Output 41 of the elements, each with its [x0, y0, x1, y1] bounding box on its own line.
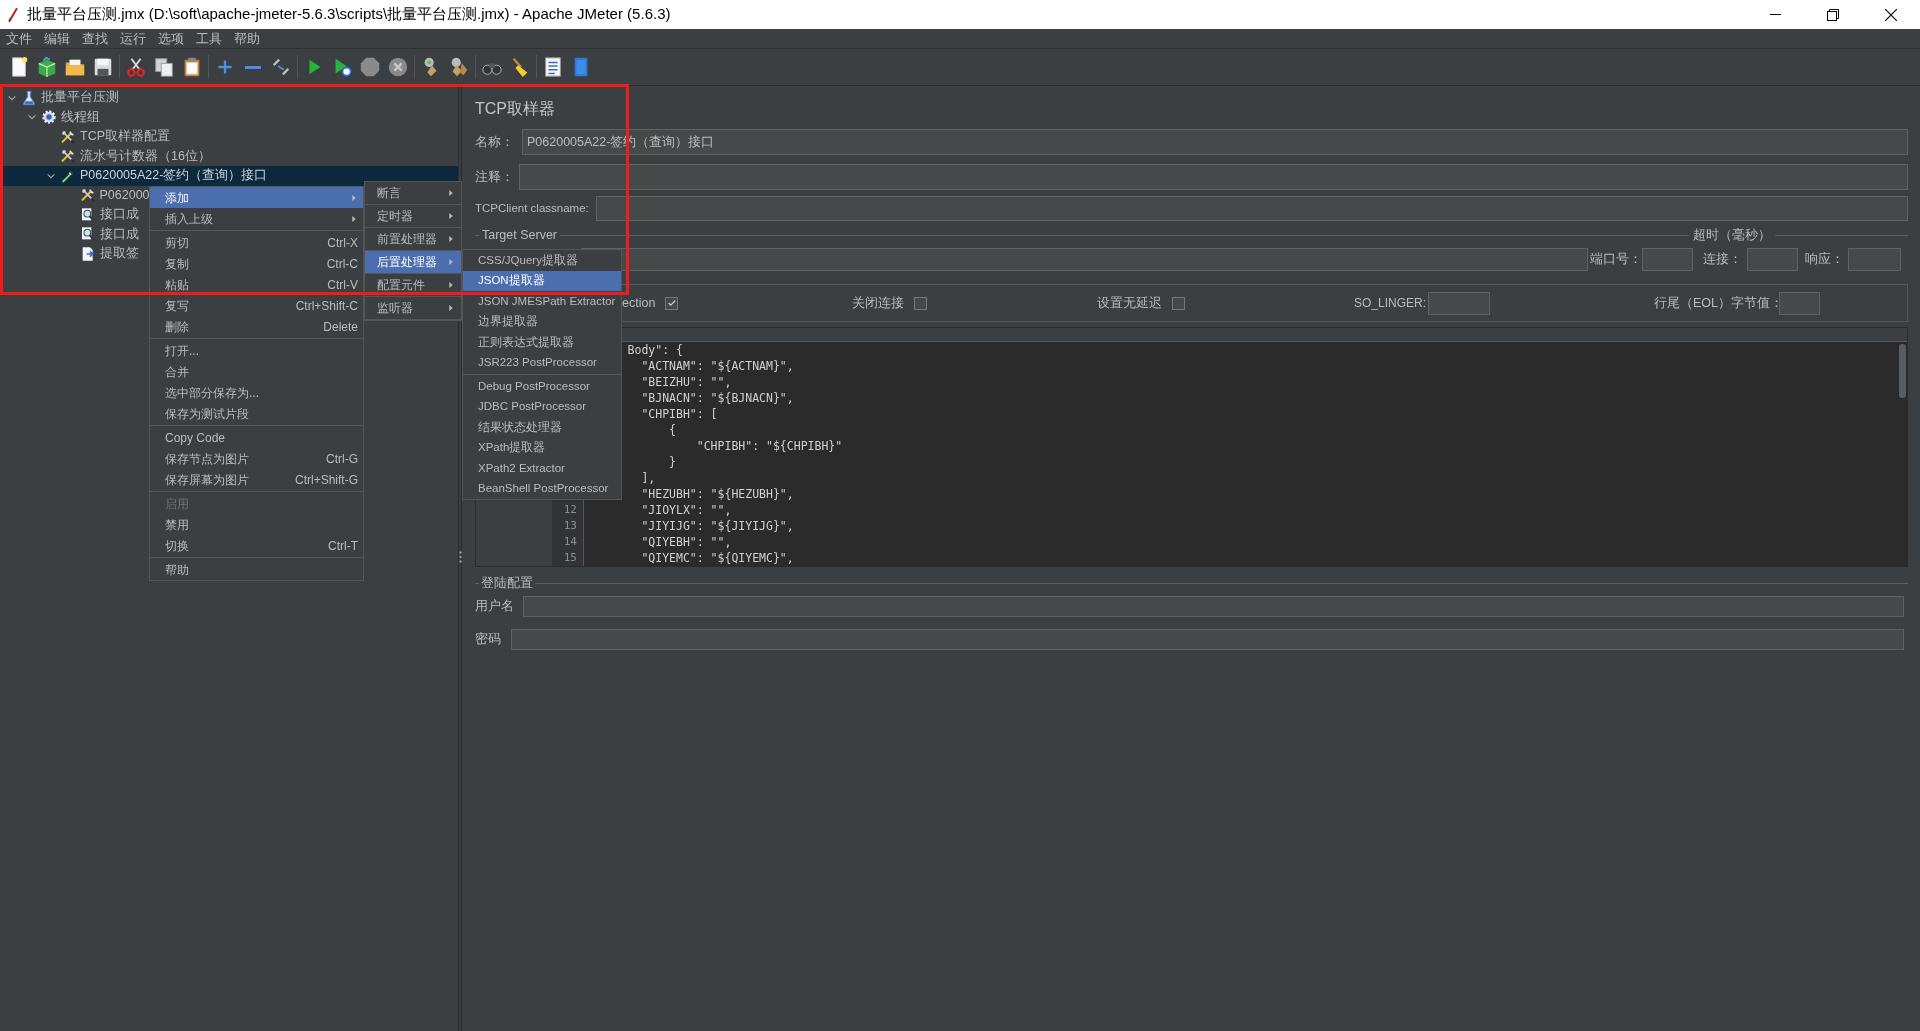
group-title: 超时（毫秒） — [1692, 226, 1772, 244]
field-label: 响应： — [1805, 251, 1845, 269]
window-title: 批量平台压测.jmx (D:\soft\apache-jmeter-5.6.3\scripts\批量平台压测.jmx) - Apache JMeter (5.6.3) — [27, 4, 671, 25]
code-line: { — [668, 423, 676, 437]
field-label: 行尾（EOL）字节值： — [1654, 294, 1779, 312]
group-title: 登陆配置 — [480, 574, 534, 592]
code-line: Body": { — [626, 343, 683, 357]
code-line: "CHPIBH": "${CHPIBH}" — [695, 439, 843, 453]
line-number: 13 — [563, 519, 577, 532]
shortcut-text: Ctrl-G — [326, 450, 358, 468]
panel-title: TCP取样器 — [475, 99, 555, 119]
shortcut-text: Ctrl+Shift-G — [295, 471, 358, 489]
shortcut-text: Ctrl-X — [327, 234, 358, 252]
code-line: } — [668, 455, 676, 469]
option-label: 关闭连接 — [852, 294, 904, 312]
field-label: SO_LINGER: — [1354, 295, 1428, 312]
shortcut-text: Ctrl-T — [328, 537, 358, 555]
field-label: 密码 — [475, 631, 502, 649]
field-label: TCPClient classname: — [475, 200, 590, 216]
field-label: 连接： — [1703, 251, 1743, 269]
shortcut-text: Ctrl+Shift-C — [295, 297, 358, 315]
shortcut-text: Ctrl-V — [327, 276, 358, 294]
option-label: 设置无延迟 — [1097, 294, 1162, 312]
group-title: Target Server — [481, 226, 559, 244]
field-label: 端口号： — [1590, 251, 1642, 269]
code-line: "JIYIJG": "${JIYIJG}", — [640, 519, 794, 533]
code-line: "BJNACN": "${BJNACN}", — [640, 391, 794, 405]
code-line: ], — [640, 471, 656, 485]
shortcut-text: Delete — [323, 318, 358, 336]
option-label: ection — [622, 294, 656, 312]
field-label: 用户名 — [475, 598, 515, 616]
code-line: "JIOYLX": "", — [640, 503, 732, 517]
line-number: 12 — [563, 503, 577, 516]
code-line: "QIYEMC": "${QIYEMC}", — [640, 551, 794, 565]
code-line: "QIYEBH": "", — [640, 535, 732, 549]
field-label: 名称： — [475, 133, 515, 151]
field-label: 注释： — [475, 168, 515, 186]
shortcut-text: Ctrl-C — [326, 255, 358, 273]
line-number: 15 — [563, 551, 577, 564]
code-line: "CHPIBH": [ — [640, 407, 718, 421]
line-number: 14 — [563, 535, 577, 548]
